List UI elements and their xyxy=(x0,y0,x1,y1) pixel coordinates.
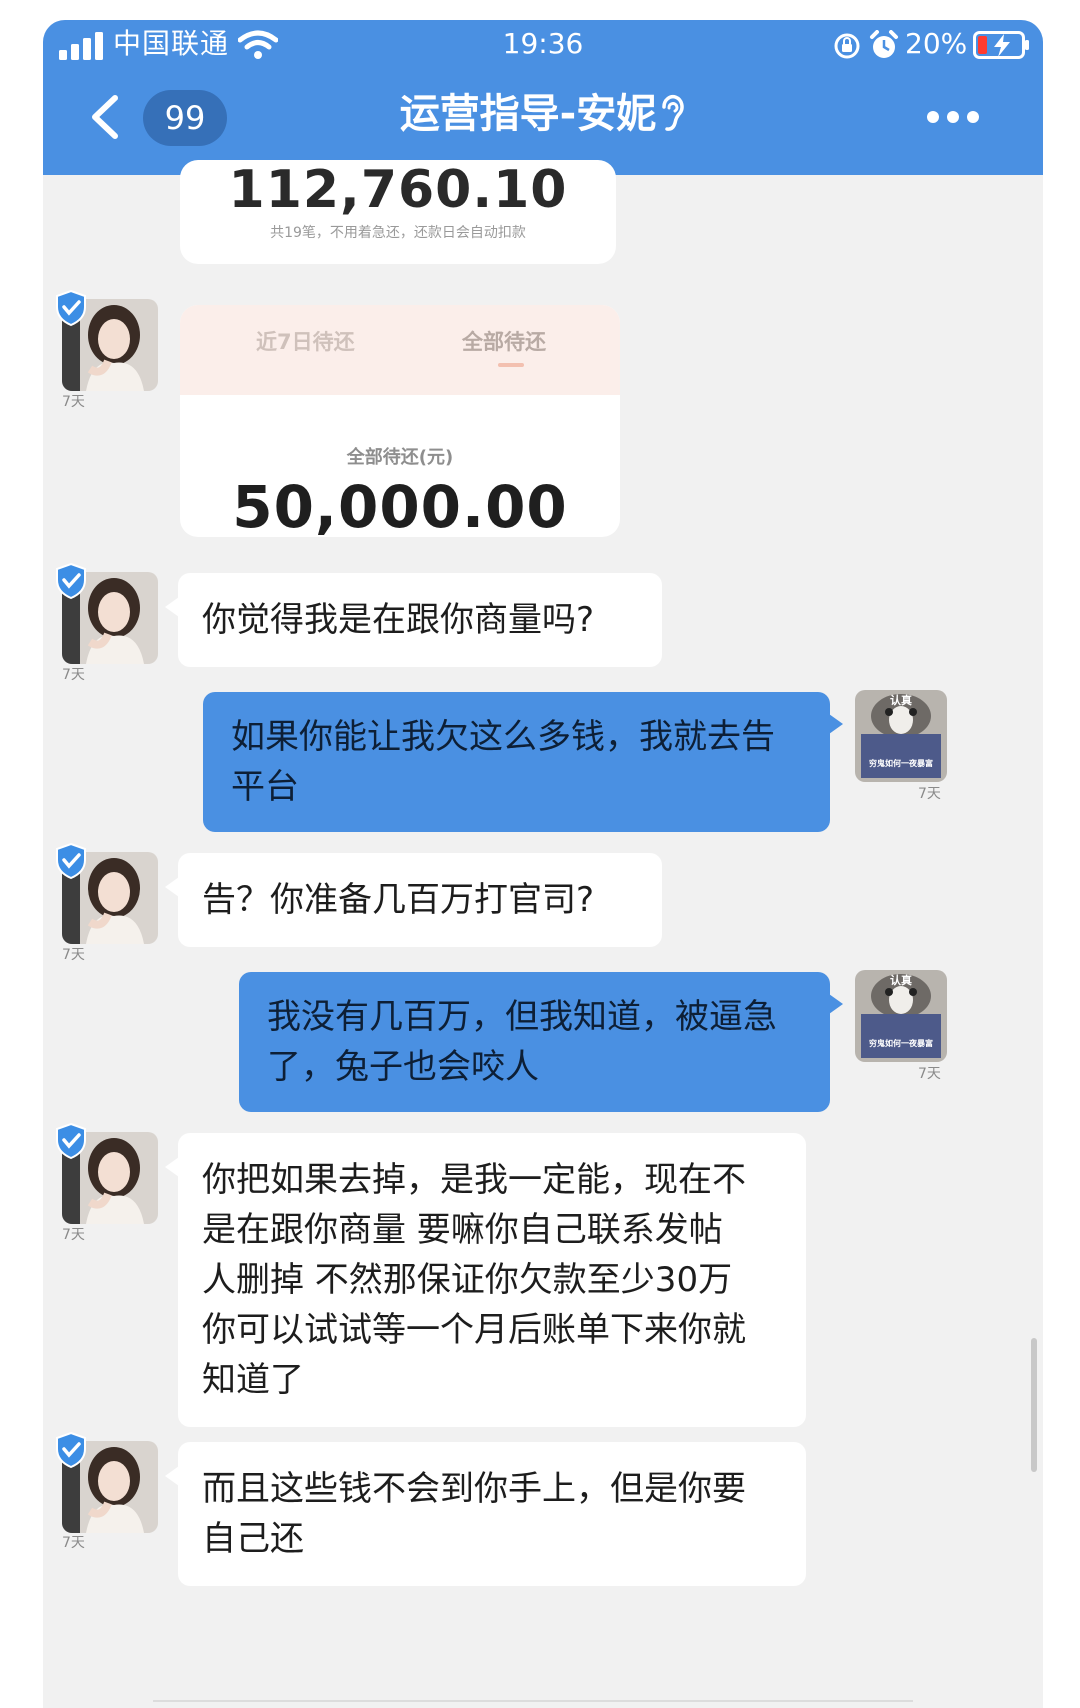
more-options-icon[interactable] xyxy=(923,104,983,130)
bottom-divider xyxy=(153,1700,913,1702)
sticker-caption-bottom: 穷鬼如何一夜暴富 xyxy=(869,758,933,768)
sticker-image: 认真 穷鬼如何一夜暴富 xyxy=(855,690,947,782)
orientation-lock-icon xyxy=(834,33,860,59)
pending-amount: 50,000.00 xyxy=(232,473,568,537)
outgoing-message[interactable]: 如果你能让我欠这么多钱，我就去告 平台 xyxy=(203,692,843,832)
repayment-total-note: 共19笔，不用着急还，还款日会自动扣款 xyxy=(270,225,526,241)
sticker-caption-top: 认真 xyxy=(890,973,912,987)
verified-badge-icon xyxy=(56,289,86,327)
verified-badge-icon xyxy=(56,842,86,880)
message-time-label: 7天 xyxy=(918,786,941,802)
chat-title-bar[interactable]: 运营指导-安妮 xyxy=(43,86,1043,142)
message-time-label: 7天 xyxy=(918,1066,941,1082)
pending-amount-label: 全部待还(元) xyxy=(346,447,454,468)
message-time-label: 7天 xyxy=(62,1227,85,1243)
incoming-message[interactable]: 你把如果去掉，是我一定能，现在不 是在跟你商量 要嘛你自己联系发帖 人删掉 不然… xyxy=(165,1133,806,1427)
verified-badge-icon xyxy=(56,562,86,600)
my-avatar-sticker[interactable]: 认真 穷鬼如何一夜暴富 xyxy=(855,690,947,782)
sticker-caption-top: 认真 xyxy=(890,693,912,707)
ear-icon xyxy=(662,94,685,131)
sticker-caption-bottom: 穷鬼如何一夜暴富 xyxy=(869,1038,933,1048)
chat-title: 运营指导-安妮 xyxy=(399,91,657,137)
message-time-label: 7天 xyxy=(62,394,85,410)
sticker-image: 认真 穷鬼如何一夜暴富 xyxy=(855,970,947,1062)
chat-header: 中国联通 19:36 20% 99 运营指导-安妮 xyxy=(43,20,1043,175)
chat-screen: 中国联通 19:36 20% 99 运营指导-安妮 112,760.10 共19… xyxy=(43,20,1043,1708)
battery-charging-icon xyxy=(973,31,1029,59)
repayment-total-card[interactable]: 112,760.10 共19笔，不用着急还，还款日会自动扣款 xyxy=(180,160,616,264)
tab-all-pending[interactable]: 全部待还 xyxy=(462,327,546,357)
outgoing-message[interactable]: 我没有几百万，但我知道，被逼急 了，兔子也会咬人 xyxy=(239,972,843,1112)
scrollbar[interactable] xyxy=(1031,1338,1037,1472)
active-tab-indicator xyxy=(498,363,524,367)
incoming-message[interactable]: 你觉得我是在跟你商量吗? xyxy=(165,573,662,667)
verified-badge-icon xyxy=(56,1431,86,1469)
incoming-message[interactable]: 告？你准备几百万打官司? xyxy=(165,853,662,947)
message-time-label: 7天 xyxy=(62,667,85,683)
message-time-label: 7天 xyxy=(62,947,85,963)
verified-badge-icon xyxy=(56,1122,86,1160)
incoming-message[interactable]: 而且这些钱不会到你手上，但是你要 自己还 xyxy=(165,1442,806,1586)
battery-percent: 20% xyxy=(905,27,968,60)
repayment-total-amount: 112,760.10 xyxy=(228,160,568,220)
my-avatar-sticker[interactable]: 认真 穷鬼如何一夜暴富 xyxy=(855,970,947,1062)
alarm-icon xyxy=(870,30,898,58)
repayment-tab-strip: 近7日待还 全部待还 xyxy=(180,305,620,395)
tab-recent-7-days[interactable]: 近7日待还 xyxy=(256,327,355,357)
pending-repayment-card[interactable]: 近7日待还 全部待还 全部待还(元) 50,000.00 xyxy=(180,305,620,537)
message-time-label: 7天 xyxy=(62,1535,85,1551)
